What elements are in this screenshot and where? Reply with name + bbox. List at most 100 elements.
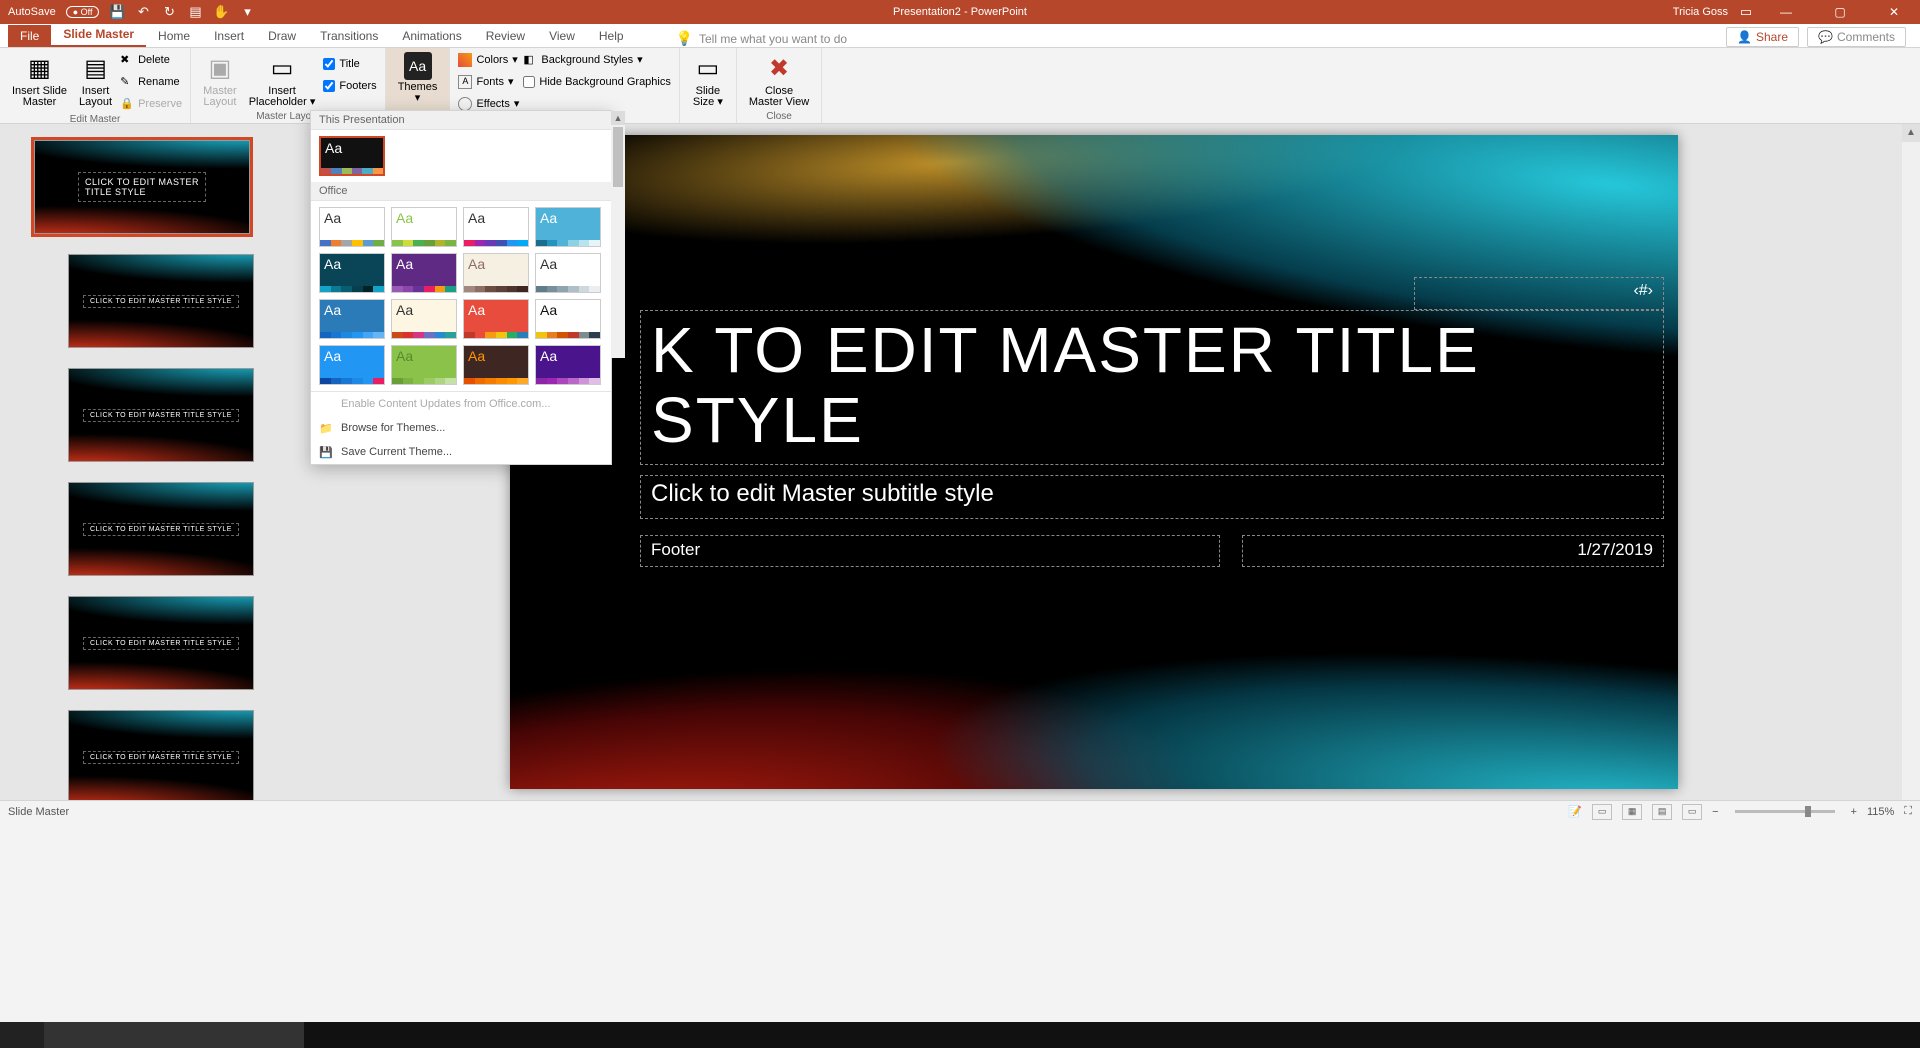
scroll-up-icon[interactable]: ▲ — [1902, 124, 1920, 142]
hide-bg-checkbox[interactable]: Hide Background Graphics — [523, 72, 670, 91]
theme-swatch[interactable]: Aa — [319, 299, 385, 339]
theme-swatch[interactable]: Aa — [535, 253, 601, 293]
user-name[interactable]: Tricia Goss — [1673, 6, 1728, 18]
theme-swatch[interactable]: Aa — [535, 207, 601, 247]
theme-swatch[interactable]: Aa — [319, 136, 385, 176]
placeholder-title[interactable]: K TO EDIT MASTER TITLE STYLE — [640, 310, 1664, 465]
theme-swatch[interactable]: Aa — [463, 253, 529, 293]
master-layout-button[interactable]: ▣ Master Layout — [199, 50, 241, 110]
master-slide-thumbnail[interactable]: CLICK TO EDIT MASTER TITLE STYLE — [34, 140, 250, 234]
present-icon[interactable]: ▤ — [187, 4, 203, 20]
reading-view-button[interactable]: ▤ — [1652, 804, 1672, 820]
zoom-out-button[interactable]: − — [1712, 806, 1718, 818]
fit-to-window-button[interactable]: ⛶ — [1904, 805, 1912, 818]
redo-icon[interactable]: ↻ — [161, 4, 177, 20]
theme-swatch[interactable]: Aa — [391, 345, 457, 385]
placeholder-footer[interactable]: Footer — [640, 535, 1220, 567]
tab-home[interactable]: Home — [146, 25, 202, 47]
undo-icon[interactable]: ↶ — [135, 4, 151, 20]
theme-swatch[interactable]: Aa — [535, 299, 601, 339]
sorter-view-button[interactable]: ▦ — [1622, 804, 1642, 820]
minimize-button[interactable]: — — [1764, 0, 1808, 24]
colors-button[interactable]: Colors ▾ — [458, 50, 519, 69]
start-button[interactable] — [0, 1022, 44, 1048]
normal-view-button[interactable]: ▭ — [1592, 804, 1612, 820]
tell-me-search[interactable]: 💡 Tell me what you want to do — [676, 30, 848, 47]
theme-swatch[interactable]: Aa — [319, 253, 385, 293]
save-current-theme[interactable]: 💾Save Current Theme... — [311, 440, 611, 464]
zoom-handle[interactable] — [1805, 806, 1811, 817]
scroll-up-icon[interactable]: ▲ — [611, 111, 625, 125]
windows-taskbar — [0, 1022, 1920, 1048]
status-view-label: Slide Master — [8, 806, 69, 818]
bg-styles-button[interactable]: ◧Background Styles ▾ — [523, 50, 670, 69]
layout-thumbnail-1[interactable]: CLICK TO EDIT MASTER TITLE STYLE — [68, 254, 254, 348]
save-icon[interactable]: 💾 — [109, 4, 125, 20]
titlebar-right: Tricia Goss ▭ — ▢ ✕ — [1673, 0, 1920, 24]
tab-review[interactable]: Review — [474, 25, 537, 47]
theme-swatch[interactable]: Aa — [391, 207, 457, 247]
insert-layout-button[interactable]: ▤ Insert Layout — [75, 50, 116, 110]
slideshow-view-button[interactable]: ▭ — [1682, 804, 1702, 820]
notes-button[interactable]: 📝 — [1568, 805, 1582, 818]
layout-thumbnail-3[interactable]: CLICK TO EDIT MASTER TITLE STYLE — [68, 482, 254, 576]
delete-button[interactable]: ✖Delete — [120, 50, 182, 69]
tab-view[interactable]: View — [537, 25, 587, 47]
close-button[interactable]: ✕ — [1872, 0, 1916, 24]
theme-swatch[interactable]: Aa — [391, 253, 457, 293]
theme-swatch[interactable]: Aa — [463, 299, 529, 339]
zoom-slider[interactable] — [1735, 810, 1835, 813]
zoom-percentage[interactable]: 115% — [1867, 806, 1894, 818]
footers-checkbox[interactable]: Footers — [323, 76, 376, 95]
preserve-button[interactable]: 🔒Preserve — [120, 94, 182, 113]
tab-insert[interactable]: Insert — [202, 25, 256, 47]
slide-canvas[interactable]: ‹#› K TO EDIT MASTER TITLE STYLE Click t… — [510, 135, 1678, 789]
title-checkbox[interactable]: Title — [323, 54, 376, 73]
browse-for-themes[interactable]: 📁Browse for Themes... — [311, 416, 611, 440]
comments-button[interactable]: 💬Comments — [1807, 27, 1906, 47]
qat-more-icon[interactable]: ▾ — [239, 4, 255, 20]
taskbar-search[interactable] — [44, 1022, 304, 1048]
theme-swatch[interactable]: Aa — [319, 207, 385, 247]
layout-thumbnail-4[interactable]: CLICK TO EDIT MASTER TITLE STYLE — [68, 596, 254, 690]
tell-me-placeholder: Tell me what you want to do — [699, 32, 847, 46]
tab-draw[interactable]: Draw — [256, 25, 308, 47]
tab-file[interactable]: File — [8, 25, 51, 47]
rename-button[interactable]: ✎Rename — [120, 72, 182, 91]
placeholder-slide-number[interactable]: ‹#› — [1414, 277, 1664, 310]
title-bar: AutoSave ● Off 💾 ↶ ↻ ▤ ✋ ▾ Presentation2… — [0, 0, 1920, 24]
touch-mode-icon[interactable]: ✋ — [213, 4, 229, 20]
autosave-toggle[interactable]: ● Off — [66, 6, 100, 18]
tabstrip-right: 👤Share 💬Comments — [1726, 27, 1920, 47]
placeholder-subtitle[interactable]: Click to edit Master subtitle style — [640, 475, 1664, 519]
tab-help[interactable]: Help — [587, 25, 636, 47]
slide-size-button[interactable]: ▭ Slide Size ▾ — [688, 50, 728, 110]
placeholder-date[interactable]: 1/27/2019 — [1242, 535, 1664, 567]
tab-transitions[interactable]: Transitions — [308, 25, 390, 47]
zoom-in-button[interactable]: + — [1851, 806, 1857, 818]
layout-thumbnail-2[interactable]: CLICK TO EDIT MASTER TITLE STYLE — [68, 368, 254, 462]
theme-swatch[interactable]: Aa — [463, 207, 529, 247]
preserve-icon: 🔒 — [120, 97, 134, 111]
themes-button[interactable]: Aa Themes▾ — [394, 50, 442, 106]
share-button[interactable]: 👤Share — [1726, 27, 1799, 47]
tab-slide-master[interactable]: Slide Master — [51, 23, 146, 47]
theme-swatch[interactable]: Aa — [391, 299, 457, 339]
theme-swatch[interactable]: Aa — [319, 345, 385, 385]
layout-thumbnail-5[interactable]: CLICK TO EDIT MASTER TITLE STYLE — [68, 710, 254, 800]
maximize-button[interactable]: ▢ — [1818, 0, 1862, 24]
group-label-size — [688, 110, 728, 124]
close-master-view-button[interactable]: ✖ Close Master View — [745, 50, 813, 110]
tab-animations[interactable]: Animations — [390, 25, 473, 47]
themes-scrollbar[interactable]: ▲ — [611, 111, 625, 358]
theme-swatch[interactable]: Aa — [535, 345, 601, 385]
ribbon-display-icon[interactable]: ▭ — [1738, 4, 1754, 20]
slide-thumbnail-panel[interactable]: CLICK TO EDIT MASTER TITLE STYLE CLICK T… — [0, 124, 268, 800]
insert-slide-master-button[interactable]: ▦ Insert Slide Master — [8, 50, 71, 110]
insert-placeholder-button[interactable]: ▭ Insert Placeholder ▾ — [245, 50, 320, 110]
scrollbar-thumb[interactable] — [613, 127, 623, 187]
theme-aa-label: Aa — [320, 346, 384, 363]
theme-swatch[interactable]: Aa — [463, 345, 529, 385]
vertical-scrollbar[interactable]: ▲ — [1902, 124, 1920, 800]
fonts-button[interactable]: AFonts ▾ — [458, 72, 519, 91]
